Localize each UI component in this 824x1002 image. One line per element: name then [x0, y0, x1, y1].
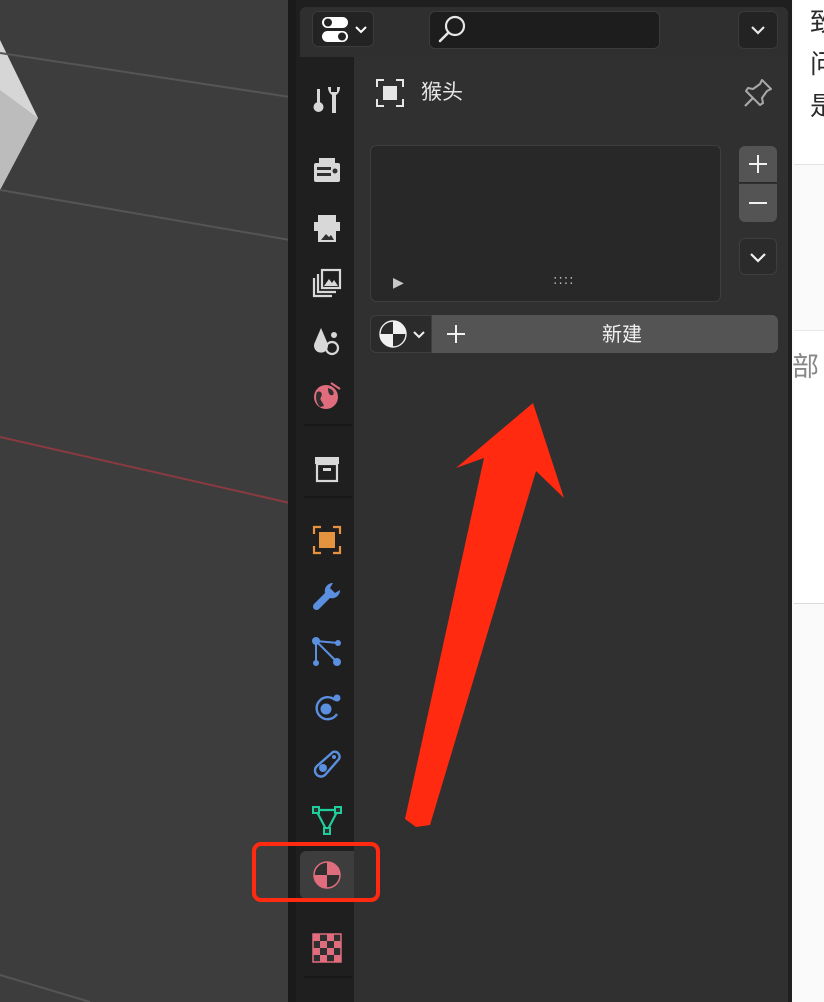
material-sphere-icon — [379, 320, 425, 348]
search-icon — [438, 15, 466, 43]
object-name: 猴头 — [421, 80, 463, 104]
background-card: 部 — [792, 330, 824, 604]
tab-render[interactable] — [300, 147, 354, 195]
list-expand-icon[interactable]: ▶ — [393, 275, 404, 291]
world-icon — [314, 382, 341, 409]
object-icon — [375, 78, 405, 112]
view-layer-icon — [312, 268, 342, 298]
background-text: 是 — [810, 92, 824, 122]
remove-slot-button[interactable] — [739, 184, 777, 222]
tool-icon — [313, 87, 340, 113]
tab-physics[interactable] — [300, 684, 354, 732]
header-options-button[interactable] — [738, 11, 778, 49]
search-input[interactable] — [429, 11, 660, 49]
tab-constraints[interactable] — [300, 740, 354, 788]
tab-world[interactable] — [300, 372, 354, 420]
browse-material-button[interactable] — [370, 315, 432, 353]
list-resize-handle[interactable]: :::: — [553, 273, 575, 288]
tab-output[interactable] — [300, 204, 354, 252]
3d-viewport[interactable] — [0, 0, 290, 1002]
particles-icon — [312, 637, 341, 666]
plus-icon — [749, 155, 767, 173]
tab-modifiers[interactable] — [300, 572, 354, 620]
annotation-highlight-box — [252, 842, 380, 902]
background-text: 致 — [810, 8, 824, 38]
grid-line — [0, 189, 290, 241]
editor-type-icon — [322, 17, 367, 42]
collection-icon — [315, 457, 339, 483]
chevron-down-icon — [751, 26, 765, 35]
material-slot-list[interactable] — [370, 145, 721, 302]
tab-collection[interactable] — [300, 445, 354, 493]
tab-tool[interactable] — [300, 75, 354, 123]
grid-line — [0, 974, 91, 1002]
background-text: 部 — [792, 352, 819, 383]
viewport-scene — [0, 40, 290, 1002]
render-icon — [314, 158, 340, 182]
slot-specials-button[interactable] — [739, 238, 777, 275]
new-material-label: 新建 — [602, 322, 642, 346]
mesh-data-icon — [312, 806, 342, 835]
object-icon — [312, 525, 342, 555]
tab-scene[interactable] — [300, 316, 354, 364]
tab-view-layer[interactable] — [300, 260, 354, 308]
chevron-down-icon — [750, 252, 766, 263]
scene-icon — [314, 328, 340, 356]
grid-line — [0, 52, 290, 98]
background-text: 问 — [810, 50, 824, 80]
constraints-icon — [313, 750, 341, 778]
pin-icon[interactable] — [742, 77, 774, 113]
wrench-icon — [312, 582, 341, 611]
tab-texture[interactable] — [300, 924, 354, 972]
editor-type-button[interactable] — [312, 11, 374, 47]
checker-texture-icon — [312, 933, 342, 963]
physics-icon — [315, 694, 341, 721]
background-card: 致 问 是 — [794, 0, 824, 165]
tab-particles[interactable] — [300, 628, 354, 676]
add-slot-button[interactable] — [739, 146, 777, 183]
output-icon — [314, 215, 340, 242]
x-axis-line — [0, 436, 290, 504]
tab-data[interactable] — [300, 796, 354, 844]
tab-object[interactable] — [300, 516, 354, 564]
minus-icon — [749, 202, 767, 204]
